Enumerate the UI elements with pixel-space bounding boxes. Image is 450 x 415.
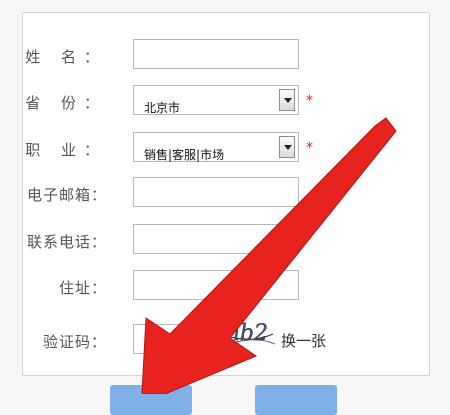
annotation-arrow-icon	[141, 117, 397, 394]
